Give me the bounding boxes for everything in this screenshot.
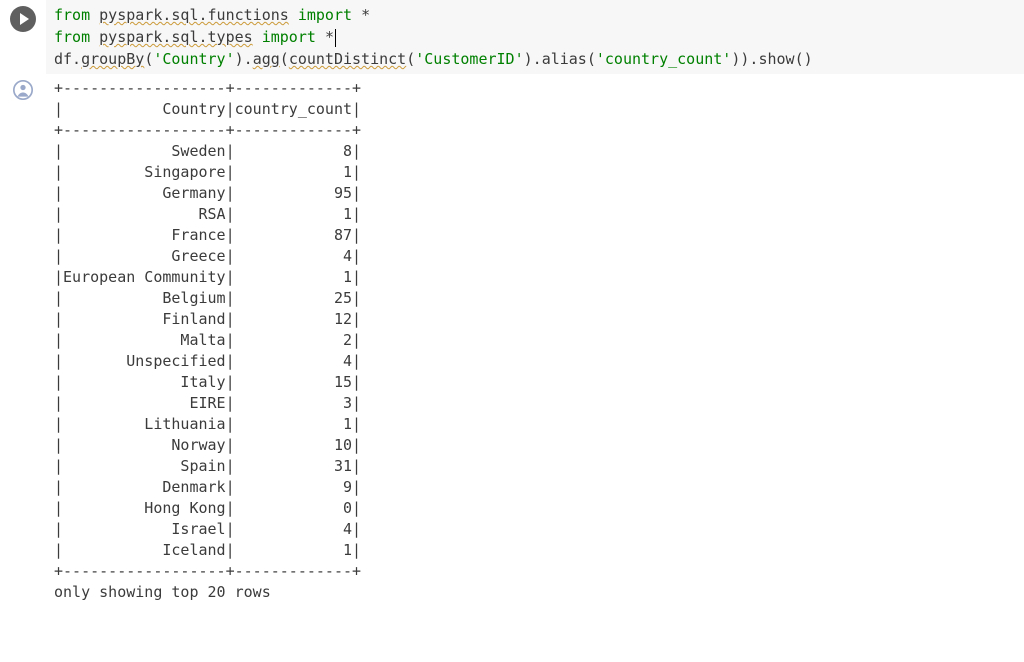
star: * [361,6,370,24]
paren: ( [280,50,289,68]
method-groupby: groupBy [81,50,144,68]
paren: )). [731,50,758,68]
keyword-import: import [262,28,316,46]
method-agg: agg [253,50,280,68]
output-text: +------------------+-------------+ | Cou… [46,78,1024,603]
user-icon [13,80,33,100]
text-cursor [335,29,336,47]
string-literal: 'country_count' [596,50,731,68]
string-literal: 'CustomerID' [415,50,523,68]
code-text: df. [54,50,81,68]
keyword-import: import [298,6,352,24]
paren: ). [235,50,253,68]
module-name: pyspark.sql.types [99,28,253,46]
output-cell: +------------------+-------------+ | Cou… [0,78,1024,603]
method-show: show [758,50,794,68]
output-gutter [0,78,46,104]
run-button[interactable] [10,6,36,32]
star: * [325,28,334,46]
cell-gutter [0,0,46,32]
keyword-from: from [54,28,90,46]
method-alias: alias [542,50,587,68]
paren: ( [144,50,153,68]
keyword-from: from [54,6,90,24]
string-literal: 'Country' [153,50,234,68]
func-countdistinct: countDistinct [289,50,406,68]
paren: () [795,50,813,68]
paren: ). [524,50,542,68]
code-cell: from pyspark.sql.functions import * from… [0,0,1024,74]
paren: ( [587,50,596,68]
code-editor[interactable]: from pyspark.sql.functions import * from… [46,0,1024,74]
paren: ( [406,50,415,68]
module-name: pyspark.sql.functions [99,6,289,24]
